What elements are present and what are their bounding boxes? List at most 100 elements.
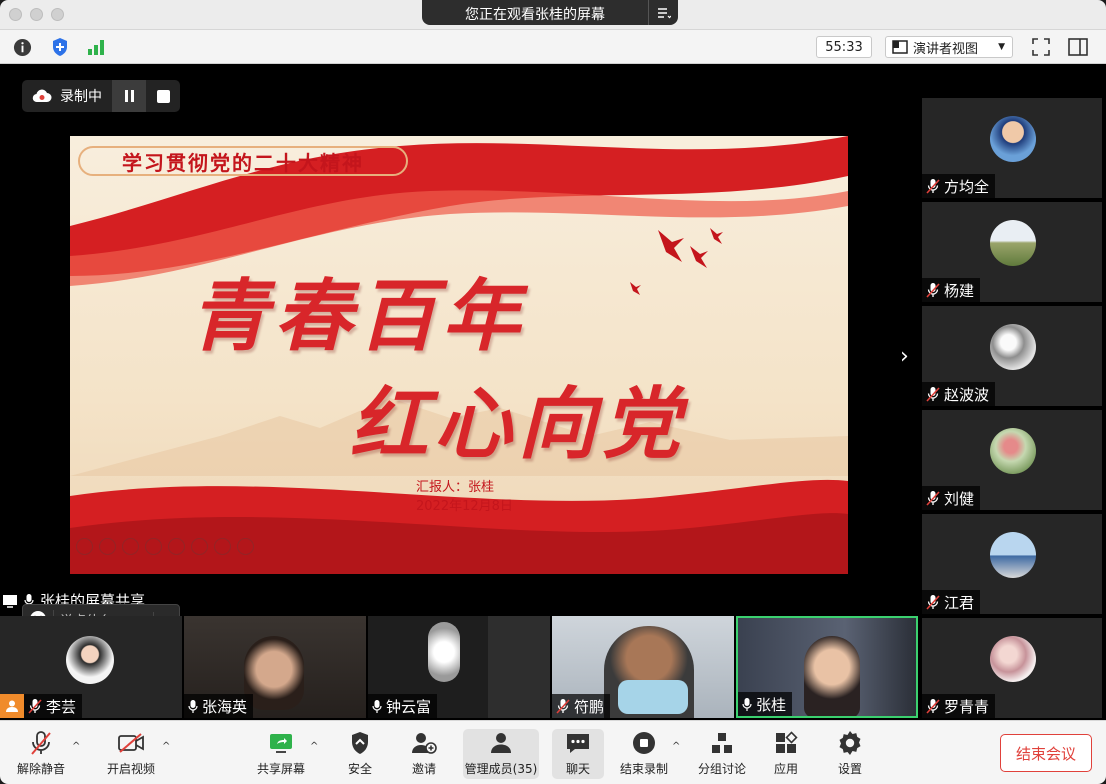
share-screen-icon [267, 729, 295, 757]
view-mode-label: 演讲者视图 [913, 41, 979, 57]
sharing-title: 您正在观看张桂的屏幕 [465, 7, 605, 23]
participant-name: 张海英 [202, 697, 248, 716]
unmute-button[interactable]: 解除静音 [14, 729, 68, 779]
chat-button[interactable]: 聊天 [552, 729, 604, 779]
participant-tile-active-speaker[interactable]: 张桂 [736, 616, 918, 718]
pen-icon[interactable] [122, 538, 139, 555]
slide-topic: 学习贯彻党的二十大精神 [78, 146, 408, 176]
slide-title-line2: 红心向党 [350, 379, 687, 470]
avatar [990, 324, 1036, 370]
breakout-rooms-button[interactable]: 分组讨论 [696, 729, 748, 779]
video-background [488, 616, 550, 718]
prev-slide-icon[interactable] [76, 538, 93, 555]
shield-icon[interactable] [50, 37, 70, 57]
slide-title-line1: 青春百年 [190, 271, 527, 362]
apps-label: 应用 [773, 762, 798, 776]
gear-icon [836, 729, 864, 757]
security-label: 安全 [347, 762, 372, 776]
breakout-icon [708, 729, 736, 757]
participant-name-tag: 张海英 [184, 694, 254, 718]
participant-tile[interactable]: 江君 [922, 514, 1102, 614]
mic-muted-icon [27, 729, 55, 757]
end-recording-button[interactable]: 结束录制 [618, 729, 670, 779]
zoom-window-button[interactable] [51, 8, 64, 21]
participant-tile[interactable]: 符鹏 [552, 616, 734, 718]
participant-name: 刘健 [944, 489, 975, 508]
collapse-icon[interactable] [237, 538, 254, 555]
participants-icon [487, 729, 515, 757]
security-button[interactable]: 安全 [340, 729, 380, 779]
mic-icon [188, 699, 198, 713]
mic-muted-icon [926, 283, 940, 298]
apps-icon [772, 729, 800, 757]
participant-tile[interactable]: 钟云富 [368, 616, 550, 718]
participant-name: 符鹏 [574, 697, 605, 716]
participant-name: 钟云富 [386, 697, 432, 716]
share-screen-button[interactable]: 共享屏幕 [254, 729, 308, 779]
meeting-window: 您正在观看张桂的屏幕 55:33 演讲者视图 ▼ 录制中 学习贯彻党的二十大精神… [0, 0, 1106, 784]
record-options-chevron-icon[interactable]: ^ [672, 741, 680, 752]
scan-icon[interactable] [145, 538, 162, 555]
participant-name: 江君 [944, 593, 975, 612]
apps-button[interactable]: 应用 [766, 729, 806, 779]
sharing-indicator: 您正在观看张桂的屏幕 [422, 0, 678, 25]
play-icon[interactable] [99, 538, 116, 555]
participant-tile[interactable]: 罗青青 [922, 618, 1102, 718]
participant-tile[interactable]: 赵波波 [922, 306, 1102, 406]
share-options-chevron-icon[interactable]: ^ [310, 741, 318, 752]
info-icon[interactable] [12, 37, 32, 57]
shared-screen: 学习贯彻党的二十大精神 青春百年 红心向党 汇报人：张桂 2022年12月8日 [70, 136, 848, 574]
participant-name-tag: 张桂 [738, 692, 793, 716]
participant-tile[interactable]: 李芸 [0, 616, 182, 718]
minimize-window-button[interactable] [30, 8, 43, 21]
camera-icon[interactable] [168, 538, 185, 555]
start-video-button[interactable]: 开启视频 [104, 729, 158, 779]
presentation-controls[interactable] [76, 538, 254, 555]
end-meeting-button[interactable]: 结束会议 [1000, 734, 1092, 772]
add-user-icon [410, 729, 438, 757]
settings-button[interactable]: 设置 [830, 729, 870, 779]
participant-tile[interactable]: 刘健 [922, 410, 1102, 510]
audio-options-chevron-icon[interactable]: ^ [72, 741, 80, 752]
participant-tile[interactable]: 方均全 [922, 98, 1102, 198]
close-window-button[interactable] [9, 8, 22, 21]
mic-muted-icon [28, 699, 42, 714]
view-mode-select[interactable]: 演讲者视图 ▼ [885, 36, 1013, 58]
video-options-chevron-icon[interactable]: ^ [162, 741, 170, 752]
chat-label: 聊天 [565, 762, 590, 776]
participant-name: 方均全 [944, 177, 990, 196]
cloud-record-icon [32, 89, 52, 103]
recording-bar: 录制中 [22, 80, 180, 112]
more-icon[interactable] [214, 538, 231, 555]
manage-participants-button[interactable]: 管理成员(35) [463, 729, 539, 779]
pause-recording-button[interactable] [112, 80, 146, 112]
comment-icon[interactable] [191, 538, 208, 555]
participant-name-tag: 李芸 [24, 694, 83, 718]
slide-date: 2022年12月8日 [416, 499, 513, 514]
video-feed [428, 622, 460, 682]
participant-name-tag: 符鹏 [552, 694, 611, 718]
sharing-menu-icon[interactable] [648, 0, 678, 25]
participant-tile[interactable]: 杨建 [922, 202, 1102, 302]
face-mask [618, 680, 688, 714]
sidebar-toggle-icon[interactable] [1068, 37, 1088, 57]
avatar [990, 532, 1036, 578]
mic-icon [742, 697, 752, 711]
participant-name-tag: 江君 [922, 590, 981, 614]
mic-muted-icon [926, 179, 940, 194]
fullscreen-icon[interactable] [1031, 37, 1051, 57]
mic-muted-icon [926, 491, 940, 506]
next-page-icon[interactable]: › [900, 344, 909, 369]
camera-off-icon [117, 729, 145, 757]
mic-muted-icon [926, 699, 940, 714]
participant-name-tag: 杨建 [922, 278, 981, 302]
participant-tile[interactable]: 张海英 [184, 616, 366, 718]
settings-label: 设置 [837, 762, 862, 776]
recording-label: 录制中 [60, 89, 102, 105]
participant-name-tag: 赵波波 [922, 382, 996, 406]
avatar [66, 636, 114, 684]
stop-recording-button[interactable] [146, 80, 180, 112]
avatar [990, 220, 1036, 266]
invite-button[interactable]: 邀请 [404, 729, 444, 779]
signal-strength-icon[interactable] [86, 37, 106, 57]
